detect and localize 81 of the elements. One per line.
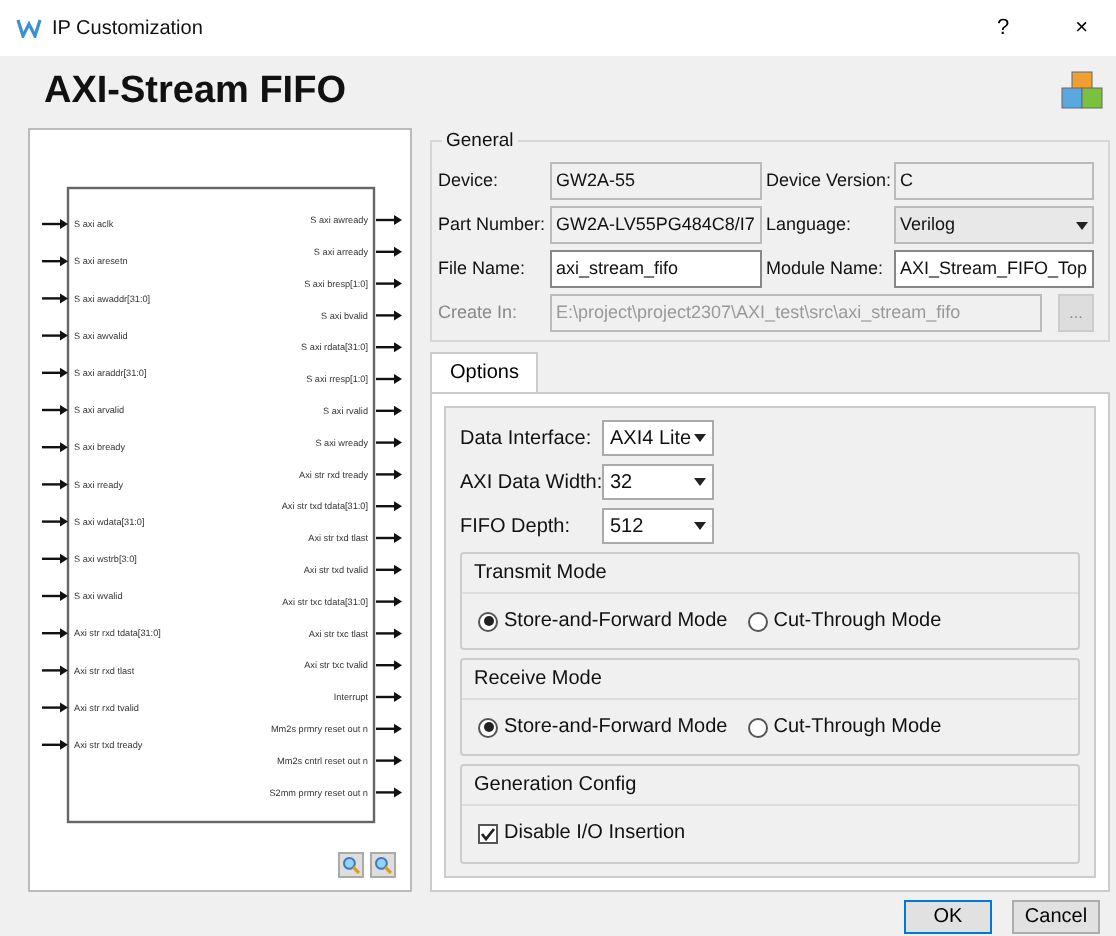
port-arrow bbox=[42, 405, 68, 415]
port-arrow bbox=[376, 374, 402, 384]
radio-button[interactable] bbox=[478, 611, 498, 631]
port-arrow bbox=[376, 278, 402, 289]
port-arrow bbox=[42, 665, 68, 676]
group-title: Receive Mode bbox=[472, 666, 604, 694]
caret-icon bbox=[1076, 221, 1088, 229]
ok-button[interactable]: OK bbox=[904, 900, 992, 934]
radio-label[interactable]: Cut-Through Mode bbox=[773, 606, 942, 636]
checkbox-label[interactable]: Disable I/O Insertion bbox=[504, 818, 686, 848]
port-arrow bbox=[376, 469, 402, 480]
radio-button[interactable] bbox=[747, 717, 768, 737]
port-arrow bbox=[376, 564, 402, 575]
input-field[interactable]: axi_stream_fifo bbox=[550, 250, 762, 288]
language-select[interactable]: Verilog bbox=[894, 206, 1094, 244]
caret-icon bbox=[694, 434, 706, 442]
dropdown[interactable]: 512 bbox=[602, 508, 714, 544]
port-arrow bbox=[376, 692, 402, 702]
zoom-in-button[interactable] bbox=[338, 852, 364, 878]
port-arrow bbox=[42, 330, 68, 341]
radio-label[interactable]: Store-and-Forward Mode bbox=[504, 606, 728, 636]
port-arrow bbox=[42, 293, 68, 304]
caret-icon bbox=[694, 522, 706, 530]
port-arrow bbox=[42, 553, 68, 564]
port-arrow bbox=[376, 628, 402, 639]
field-label: FIFO Depth: bbox=[460, 513, 573, 541]
port-arrow bbox=[376, 437, 402, 448]
dropdown[interactable]: 32 bbox=[602, 464, 714, 500]
field-label: Module Name: bbox=[766, 255, 886, 282]
field-label: Part Number: bbox=[438, 211, 546, 238]
port-arrow bbox=[376, 660, 402, 671]
page-title: AXI-Stream FIFO bbox=[44, 69, 346, 115]
port-arrow bbox=[42, 367, 68, 378]
field-label: Data Interface: bbox=[460, 425, 594, 453]
field-label: Language: bbox=[766, 211, 854, 238]
input-field[interactable]: AXI_Stream_FIFO_Top bbox=[894, 250, 1094, 288]
port-arrow bbox=[42, 219, 68, 229]
port-arrow bbox=[376, 501, 402, 512]
port-arrow bbox=[42, 442, 68, 453]
caret-icon bbox=[694, 478, 706, 486]
port-arrow bbox=[376, 215, 402, 225]
port-arrow bbox=[42, 591, 68, 601]
field-label: AXI Data Width: bbox=[460, 469, 596, 497]
port-arrow bbox=[376, 405, 402, 416]
checkbox[interactable] bbox=[478, 823, 498, 843]
field-label: Create In: bbox=[438, 299, 520, 326]
cancel-button[interactable]: Cancel bbox=[1012, 900, 1100, 934]
port-arrow bbox=[376, 755, 402, 766]
input-field[interactable]: GW2A-LV55PG484C8/I7 bbox=[550, 206, 762, 244]
port-arrow bbox=[42, 739, 68, 750]
radio-label[interactable]: Store-and-Forward Mode bbox=[504, 712, 728, 742]
input-field[interactable]: C bbox=[894, 162, 1094, 200]
port-arrow bbox=[42, 628, 68, 639]
radio-button[interactable] bbox=[747, 611, 768, 631]
port-arrow bbox=[376, 310, 402, 321]
group-title: Generation Config bbox=[472, 772, 639, 800]
port-arrow bbox=[42, 702, 68, 713]
field-label: Device: bbox=[438, 167, 501, 194]
port-arrow bbox=[42, 516, 68, 527]
port-arrow bbox=[42, 256, 68, 267]
port-arrow bbox=[376, 723, 402, 734]
dropdown[interactable]: AXI4 Lite bbox=[602, 420, 714, 456]
port-arrow bbox=[376, 246, 402, 257]
port-arrow bbox=[376, 533, 402, 543]
port-arrow bbox=[42, 479, 68, 490]
help-button[interactable]: ? bbox=[984, 17, 1022, 39]
logo-icon bbox=[16, 18, 42, 38]
field-label: Device Version: bbox=[766, 167, 890, 194]
close-button[interactable]: × bbox=[1063, 17, 1100, 39]
radio-label[interactable]: Cut-Through Mode bbox=[773, 712, 942, 742]
radio-button[interactable] bbox=[478, 717, 498, 737]
window-title: IP Customization bbox=[52, 15, 203, 43]
port-arrow bbox=[376, 342, 402, 353]
input-field[interactable]: GW2A-55 bbox=[550, 162, 762, 200]
port-arrow bbox=[376, 596, 402, 607]
tab[interactable]: Options bbox=[430, 352, 539, 392]
group-title: Transmit Mode bbox=[472, 560, 609, 588]
port-arrow bbox=[376, 787, 402, 798]
zoom-out-button[interactable] bbox=[370, 852, 396, 878]
cubes-icon bbox=[1060, 70, 1104, 114]
field-label: File Name: bbox=[438, 255, 528, 282]
